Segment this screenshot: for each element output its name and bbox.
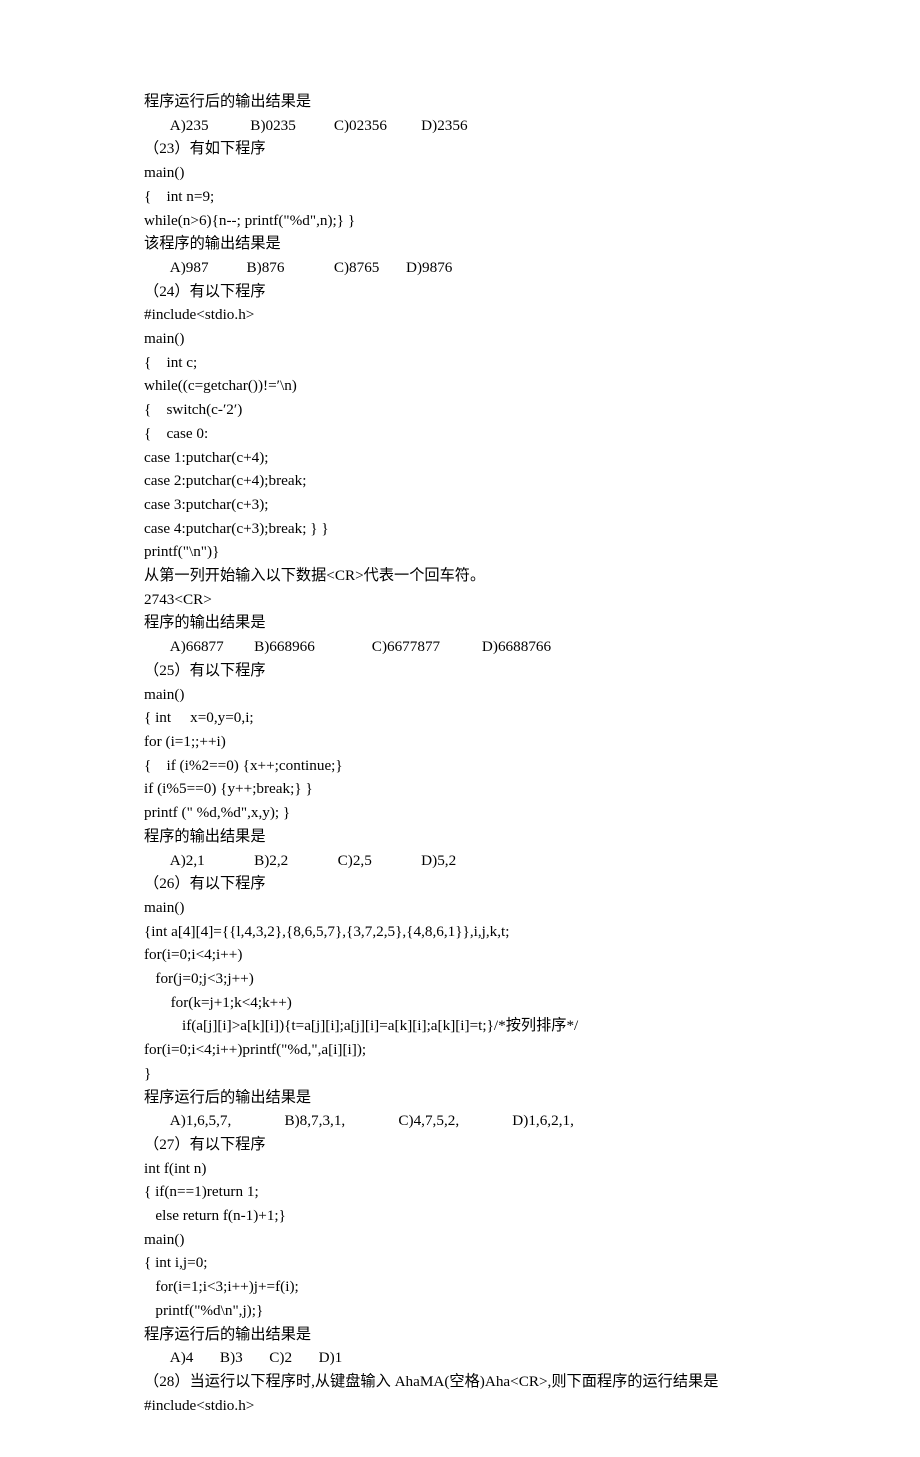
text-line: A)2,1 B)2,2 C)2,5 D)5,2 xyxy=(144,849,790,873)
text-line: main() xyxy=(144,683,790,707)
text-line: case 2:putchar(c+4);break; xyxy=(144,469,790,493)
text-line: if (i%5==0) {y++;break;} } xyxy=(144,777,790,801)
text-line: while((c=getchar())!=′\n) xyxy=(144,374,790,398)
text-line: #include<stdio.h> xyxy=(144,1394,790,1418)
text-line: 程序的输出结果是 xyxy=(144,611,790,635)
text-line: 程序运行后的输出结果是 xyxy=(144,1086,790,1110)
text-line: A)1,6,5,7, B)8,7,3,1, C)4,7,5,2, D)1,6,2… xyxy=(144,1109,790,1133)
text-line: { int x=0,y=0,i; xyxy=(144,706,790,730)
text-line: for(i=0;i<4;i++) xyxy=(144,943,790,967)
text-line: for(k=j+1;k<4;k++) xyxy=(144,991,790,1015)
text-line: main() xyxy=(144,896,790,920)
text-line: （28）当运行以下程序时,从键盘输入 AhaMA(空格)Aha<CR>,则下面程… xyxy=(144,1370,790,1394)
text-line: （23）有如下程序 xyxy=(144,137,790,161)
text-line: 程序运行后的输出结果是 xyxy=(144,90,790,114)
text-line: { int n=9; xyxy=(144,185,790,209)
text-line: for (i=1;;++i) xyxy=(144,730,790,754)
text-line: for(j=0;j<3;j++) xyxy=(144,967,790,991)
text-line: （27）有以下程序 xyxy=(144,1133,790,1157)
text-line: printf("\n")} xyxy=(144,540,790,564)
text-line: #include<stdio.h> xyxy=(144,303,790,327)
text-line: （25）有以下程序 xyxy=(144,659,790,683)
text-line: if(a[j][i]>a[k][i]){t=a[j][i];a[j][i]=a[… xyxy=(144,1014,790,1038)
text-line: A)235 B)0235 C)02356 D)2356 xyxy=(144,114,790,138)
document-body: 程序运行后的输出结果是 A)235 B)0235 C)02356 D)2356（… xyxy=(144,90,790,1417)
text-line: } xyxy=(144,1062,790,1086)
text-line: { switch(c-′2′) xyxy=(144,398,790,422)
text-line: 该程序的输出结果是 xyxy=(144,232,790,256)
text-line: 2743<CR> xyxy=(144,588,790,612)
text-line: printf("%d\n",j);} xyxy=(144,1299,790,1323)
text-line: case 3:putchar(c+3); xyxy=(144,493,790,517)
text-line: else return f(n-1)+1;} xyxy=(144,1204,790,1228)
text-line: 程序的输出结果是 xyxy=(144,825,790,849)
text-line: printf (" %d,%d",x,y); } xyxy=(144,801,790,825)
text-line: case 4:putchar(c+3);break; } } xyxy=(144,517,790,541)
text-line: { if (i%2==0) {x++;continue;} xyxy=(144,754,790,778)
text-line: while(n>6){n--; printf("%d",n);} } xyxy=(144,209,790,233)
text-line: for(i=1;i<3;i++)j+=f(i); xyxy=(144,1275,790,1299)
text-line: A)66877 B)668966 C)6677877 D)6688766 xyxy=(144,635,790,659)
text-line: { int c; xyxy=(144,351,790,375)
text-line: 从第一列开始输入以下数据<CR>代表一个回车符。 xyxy=(144,564,790,588)
text-line: { case 0: xyxy=(144,422,790,446)
text-line: int f(int n) xyxy=(144,1157,790,1181)
text-line: 程序运行后的输出结果是 xyxy=(144,1323,790,1347)
text-line: （26）有以下程序 xyxy=(144,872,790,896)
text-line: A)987 B)876 C)8765 D)9876 xyxy=(144,256,790,280)
text-line: main() xyxy=(144,1228,790,1252)
text-line: main() xyxy=(144,161,790,185)
text-line: （24）有以下程序 xyxy=(144,280,790,304)
text-line: { int i,j=0; xyxy=(144,1251,790,1275)
text-line: {int a[4][4]={{l,4,3,2},{8,6,5,7},{3,7,2… xyxy=(144,920,790,944)
text-line: { if(n==1)return 1; xyxy=(144,1180,790,1204)
text-line: A)4 B)3 C)2 D)1 xyxy=(144,1346,790,1370)
text-line: case 1:putchar(c+4); xyxy=(144,446,790,470)
text-line: main() xyxy=(144,327,790,351)
text-line: for(i=0;i<4;i++)printf("%d,",a[i][i]); xyxy=(144,1038,790,1062)
